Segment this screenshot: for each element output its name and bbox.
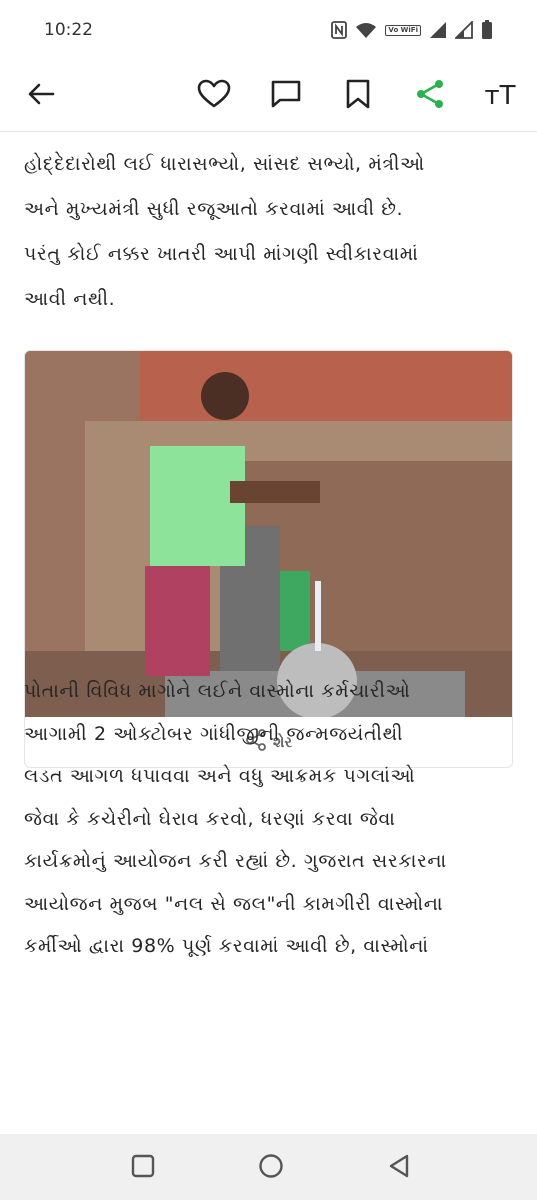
battery-icon	[481, 20, 493, 40]
recents-button[interactable]	[129, 1154, 157, 1182]
bookmark-button[interactable]	[334, 72, 382, 120]
status-bar: 10:22 Vo WiFi	[0, 0, 537, 60]
system-nav-bar	[0, 1134, 537, 1200]
heart-icon	[197, 79, 231, 113]
home-circle-icon	[258, 1153, 284, 1183]
article-content: હોદ્દેદારોથી લઈ ધારાસભ્યો, સાંસદ સભ્યો, …	[0, 132, 537, 768]
back-button[interactable]	[17, 72, 65, 120]
share-button[interactable]	[406, 72, 454, 120]
paragraph-line: કાર્યક્રમોનું આયોજન કરી રહ્યાં છે. ગુજરા…	[24, 850, 447, 872]
paragraph-line: કર્મીઓ દ્વારા 98% પૂર્ણ કરવામાં આવી છે, …	[24, 935, 429, 957]
back-nav-button[interactable]	[385, 1154, 413, 1182]
like-button[interactable]	[190, 72, 238, 120]
paragraph-line: લડત આગળ ધપાવવા અને વધુ આક્રમક પગલાંઓ	[24, 765, 416, 787]
article-paragraph-1: હોદ્દેદારોથી લઈ ધારાસભ્યો, સાંસદ સભ્યો, …	[0, 132, 537, 322]
share-icon	[414, 78, 446, 114]
article-toolbar: тT	[0, 60, 537, 132]
article-photo	[25, 351, 512, 717]
paragraph-line: આવી નથી.	[24, 288, 116, 310]
paragraph-line: હોદ્દેદારોથી લઈ ધારાસભ્યો, સાંસદ સભ્યો, …	[24, 153, 425, 175]
paragraph-line: અને મુખ્યમંત્રી સુધી રજૂઆતો કરવામાં આવી …	[24, 198, 404, 220]
paragraph-line: જેવા કે કચેરીનો ઘેરાવ કરવો, ધરણાં કરવા જ…	[24, 807, 396, 830]
wifi-icon	[355, 22, 377, 38]
home-button[interactable]	[257, 1154, 285, 1182]
status-icons: Vo WiFi	[331, 20, 493, 40]
paragraph-line: પરંતુ કોઈ નક્કર ખાતરી આપી માંગણી સ્વીકાર…	[24, 243, 419, 265]
article-paragraph-2: પોતાની વિવિધ માગોને લઈને વાસ્મોના કર્મચા…	[0, 670, 537, 968]
back-triangle-icon	[387, 1153, 411, 1183]
paragraph-line: પોતાની વિવિધ માગોને લઈને વાસ્મોના કર્મચા…	[24, 680, 411, 702]
bookmark-icon	[345, 79, 371, 113]
text-size-button[interactable]: тT	[476, 72, 524, 120]
paragraph-line: આગામી 2 ઓક્ટોબર ગાંધીજીની જન્મજયંતીથી	[24, 722, 404, 745]
signal-icon	[455, 21, 473, 39]
recents-square-icon	[131, 1154, 155, 1182]
arrow-left-icon	[27, 82, 55, 110]
comment-icon	[270, 79, 302, 113]
paragraph-line: આયોજન મુજબ "નલ સે જલ"ની કામગીરી વાસ્મોના	[24, 892, 444, 915]
status-time: 10:22	[44, 20, 93, 40]
text-size-icon: тT	[484, 81, 516, 111]
nfc-icon	[331, 21, 348, 39]
vowifi-icon: Vo WiFi	[385, 24, 421, 36]
comment-button[interactable]	[262, 72, 310, 120]
signal-icon	[429, 21, 447, 39]
